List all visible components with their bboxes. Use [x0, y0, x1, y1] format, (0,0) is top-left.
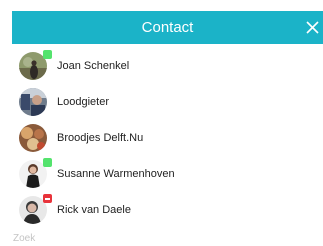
avatar [19, 124, 47, 152]
contact-list: Joan Schenkel Loodgieter Broodjes Delft. [12, 48, 323, 228]
contact-item[interactable]: Loodgieter [12, 84, 323, 120]
contact-item[interactable]: Susanne Warmenhoven [12, 156, 323, 192]
contact-name: Loodgieter [57, 96, 109, 108]
avatar [19, 88, 47, 116]
status-online-indicator [43, 50, 52, 59]
status-busy-indicator [43, 194, 52, 203]
close-button[interactable] [301, 11, 323, 44]
status-online-indicator [43, 158, 52, 167]
contact-name: Susanne Warmenhoven [57, 168, 175, 180]
contact-name: Broodjes Delft.Nu [57, 132, 144, 144]
close-icon [305, 21, 319, 34]
search-input[interactable] [13, 230, 313, 246]
contact-header: Contact [12, 11, 323, 44]
contact-item[interactable]: Rick van Daele [12, 192, 323, 228]
contact-name: Rick van Daele [57, 204, 131, 216]
contact-item[interactable]: Joan Schenkel [12, 48, 323, 84]
contact-name: Joan Schenkel [57, 60, 130, 72]
contact-item[interactable]: Broodjes Delft.Nu [12, 120, 323, 156]
header-title: Contact [141, 19, 194, 36]
